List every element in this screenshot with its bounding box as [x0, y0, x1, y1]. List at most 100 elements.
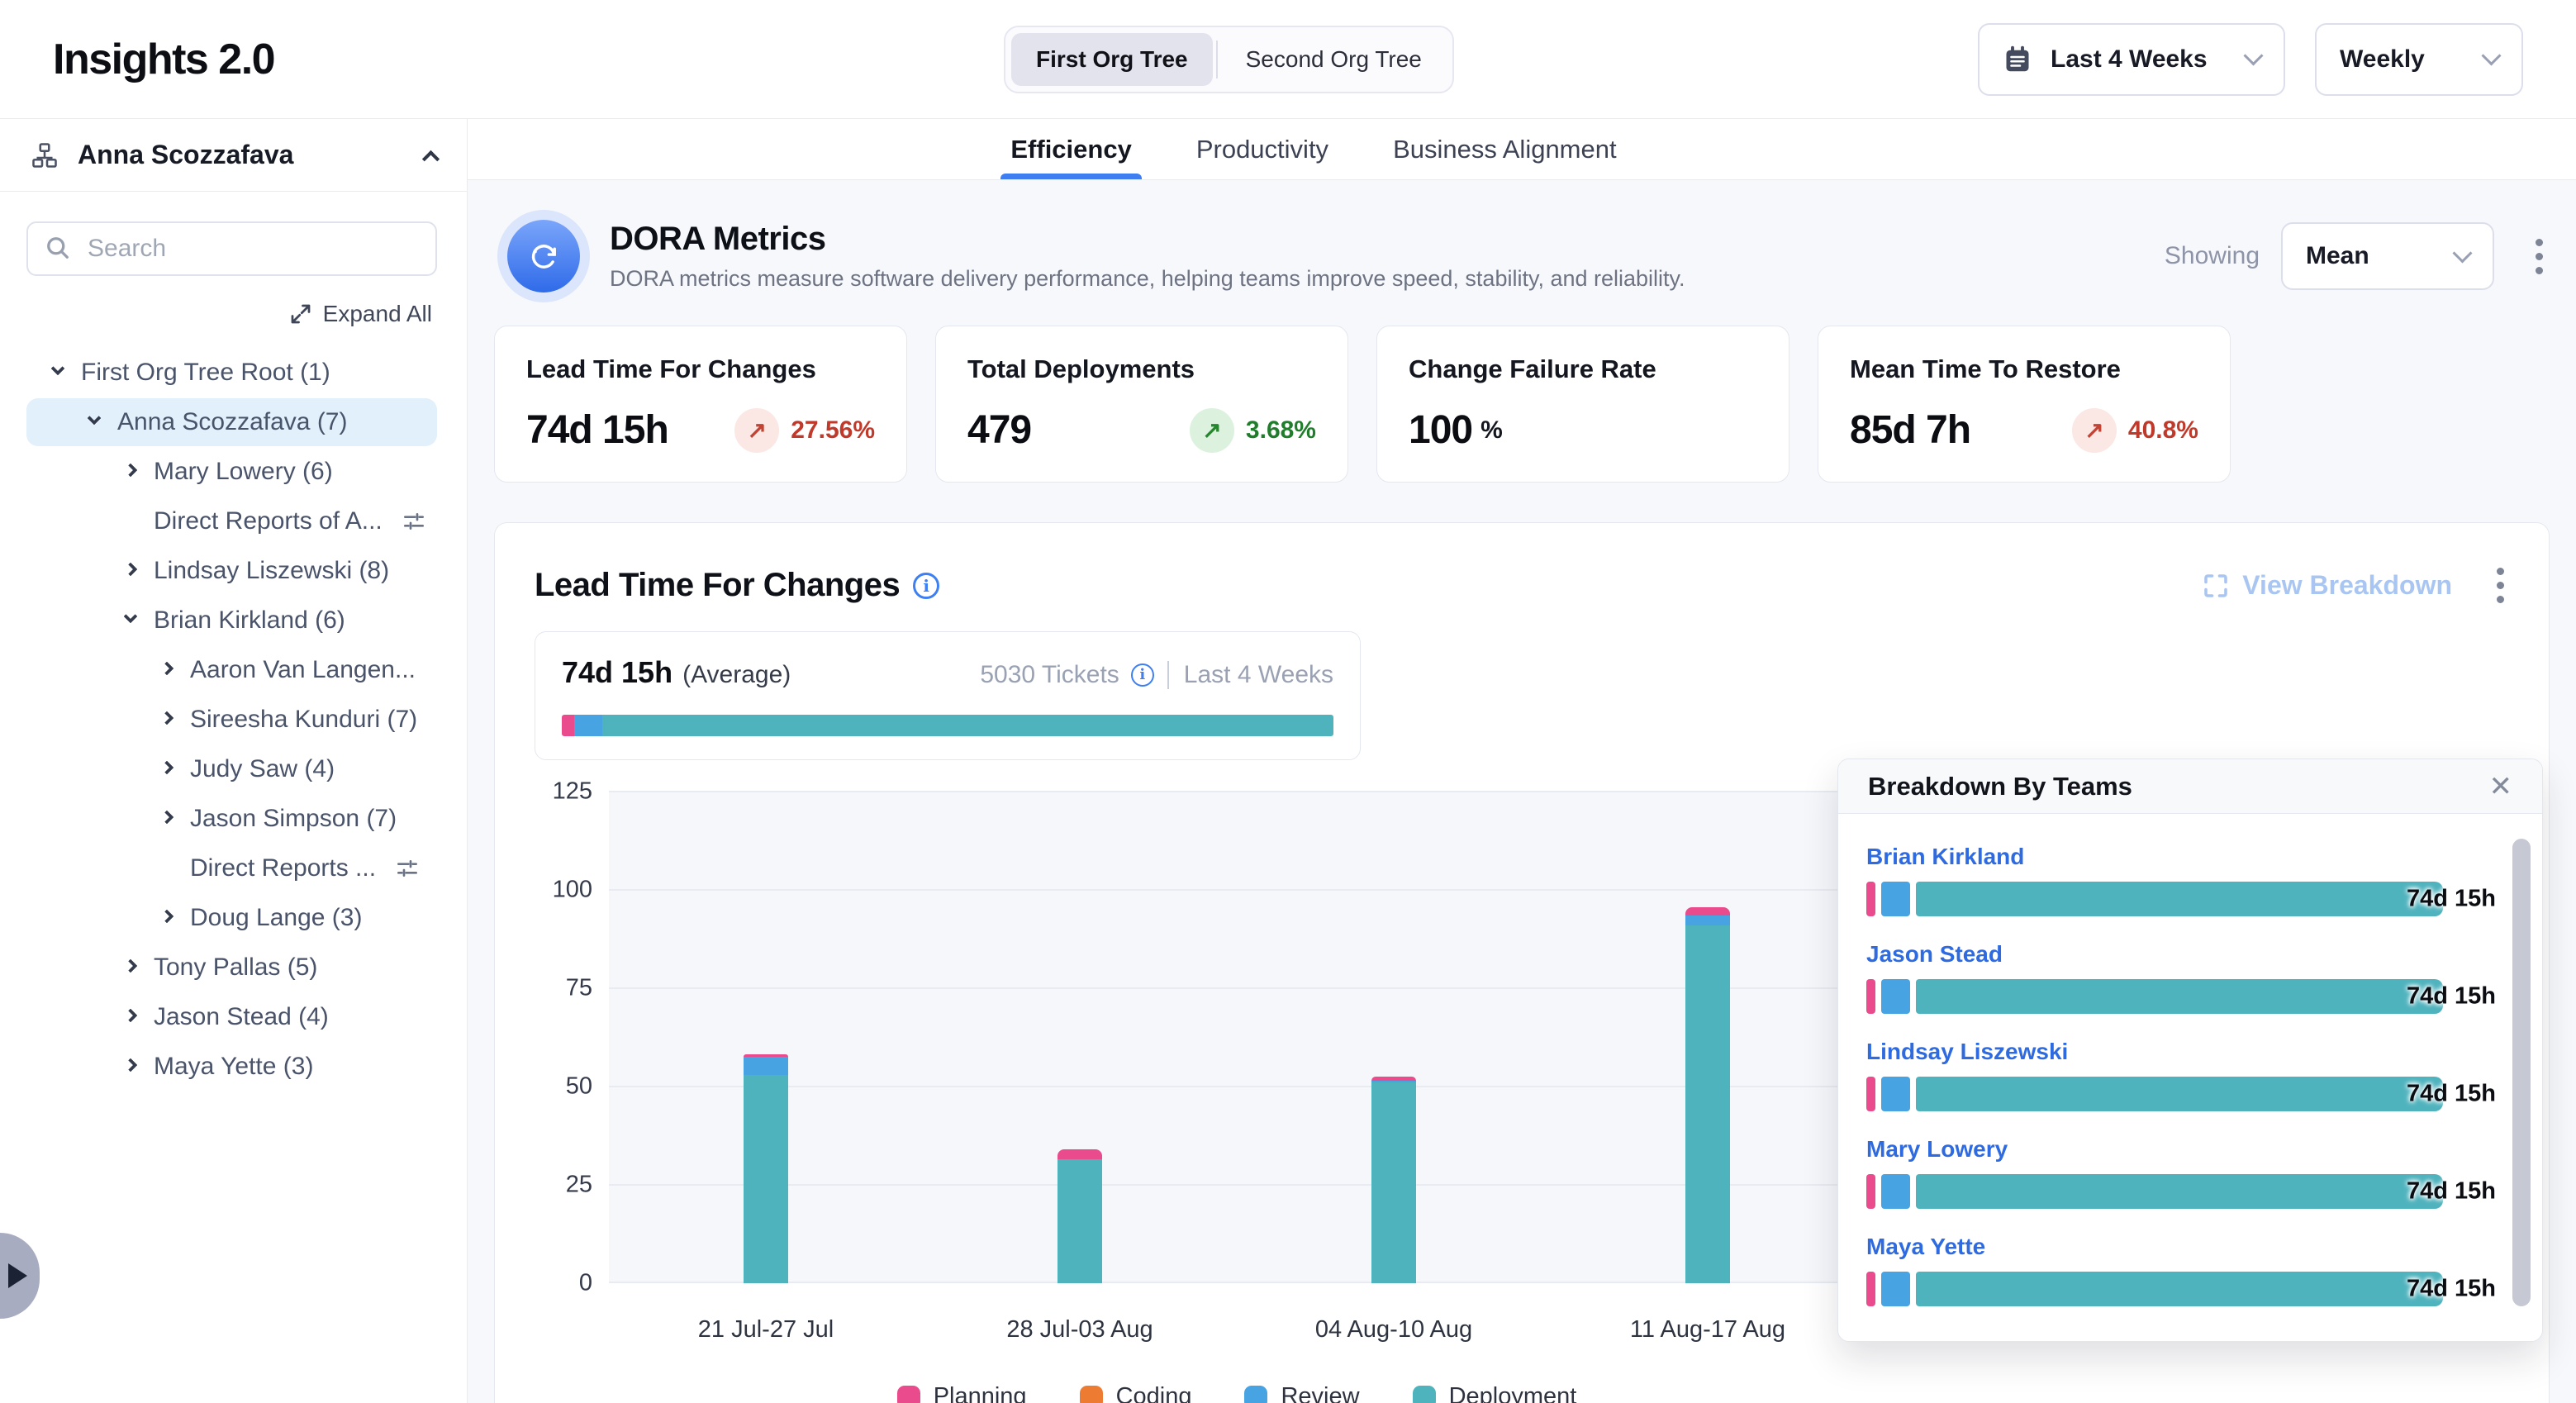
legend-item-planning[interactable]: Planning [897, 1383, 1027, 1403]
team-link[interactable]: Brian Kirkland [1866, 844, 2024, 870]
team-row: Mary Lowery74d 15h [1866, 1136, 2443, 1209]
bar-column [1551, 792, 1865, 1283]
bar-segment-deployment [1916, 979, 2444, 1014]
dora-subtitle: DORA metrics measure software delivery p… [610, 266, 1685, 292]
showing-select[interactable]: Mean [2281, 222, 2494, 290]
toggle-second-org-tree[interactable]: Second Org Tree [1221, 33, 1447, 86]
stacked-bar[interactable] [1057, 1149, 1102, 1283]
legend-item-deployment[interactable]: Deployment [1413, 1383, 1577, 1403]
stacked-bar[interactable] [1371, 1077, 1416, 1283]
chevron-up-icon[interactable] [422, 150, 440, 168]
y-axis: 0255075100125 [535, 792, 592, 1283]
team-stacked-bar: 74d 15h [1866, 979, 2443, 1014]
tree-item-label: Direct Reports ... [190, 854, 376, 882]
bars [609, 792, 1865, 1283]
tree-item[interactable]: Mary Lowery (6) [26, 448, 437, 496]
legend-label: Deployment [1449, 1383, 1577, 1403]
expand-all-button[interactable]: Expand All [288, 301, 432, 327]
metric-card-title: Mean Time To Restore [1850, 354, 2198, 384]
dora-metrics-header: DORA Metrics DORA metrics measure softwa… [496, 220, 2548, 292]
tree-item[interactable]: Jason Stead (4) [26, 993, 437, 1041]
date-range-select[interactable]: Last 4 Weeks [1978, 23, 2285, 96]
search-input[interactable] [26, 221, 437, 276]
chevron-right-icon[interactable] [122, 561, 142, 581]
tree-item[interactable]: Direct Reports ... [26, 844, 437, 892]
chevron-right-icon[interactable] [159, 809, 178, 829]
kebab-menu-icon[interactable] [2492, 559, 2509, 611]
chevron-right-icon[interactable] [122, 462, 142, 482]
tree-item-label: Tony Pallas (5) [154, 954, 317, 982]
chevron-right-icon[interactable] [159, 710, 178, 730]
org-tree-toggle: First Org Tree Second Org Tree [1004, 26, 1454, 93]
legend-swatch [897, 1386, 920, 1403]
info-icon[interactable] [913, 573, 939, 599]
chevron-down-icon[interactable] [50, 363, 69, 383]
bar-segment-planning [1866, 1174, 1875, 1209]
chevron-right-icon[interactable] [159, 660, 178, 680]
tree-item[interactable]: Direct Reports of A... [26, 497, 437, 545]
view-breakdown-button[interactable]: View Breakdown [2201, 570, 2452, 601]
tree-item[interactable]: Tony Pallas (5) [26, 944, 437, 992]
team-link[interactable]: Lindsay Liszewski [1866, 1039, 2068, 1065]
tree-item-label: Jason Simpson (7) [190, 805, 397, 833]
legend-item-review[interactable]: Review [1244, 1383, 1359, 1403]
team-row: Lindsay Liszewski74d 15h [1866, 1039, 2443, 1111]
bar-segment-deployment [1916, 882, 2444, 916]
tab-productivity[interactable]: Productivity [1191, 119, 1333, 179]
chevron-right-icon[interactable] [159, 908, 178, 928]
chevron-down-icon[interactable] [122, 611, 142, 630]
granularity-select[interactable]: Weekly [2315, 23, 2523, 96]
tree-item[interactable]: Judy Saw (4) [26, 745, 437, 793]
bar-segment-deployment [1057, 1159, 1102, 1283]
team-link[interactable]: Maya Yette [1866, 1234, 1985, 1260]
tree-item[interactable]: Sireesha Kunduri (7) [26, 696, 437, 744]
tree-item[interactable]: First Org Tree Root (1) [26, 349, 437, 397]
chevron-right-icon[interactable] [122, 1007, 142, 1027]
tree-item[interactable]: Anna Scozzafava (7) [26, 398, 437, 446]
chevron-down-icon[interactable] [86, 412, 106, 432]
tree-item[interactable]: Doug Lange (3) [26, 894, 437, 942]
chevron-right-icon[interactable] [122, 958, 142, 977]
selected-person-header[interactable]: Anna Scozzafava [0, 119, 467, 192]
showing-label: Showing [2165, 242, 2260, 270]
team-link[interactable]: Jason Stead [1866, 941, 2003, 968]
bar-column [609, 792, 923, 1283]
expand-icon [2201, 571, 2231, 601]
stacked-bar[interactable] [744, 1054, 788, 1283]
bar-segment-review [1881, 1174, 1910, 1209]
average-period: Last 4 Weeks [1167, 661, 1333, 689]
top-bar: Insights 2.0 First Org Tree Second Org T… [0, 0, 2576, 119]
x-tick-label: 21 Jul-27 Jul [609, 1316, 923, 1344]
bar-segment-review [1881, 1077, 1910, 1111]
filter-icon[interactable] [394, 855, 421, 882]
tree-item-label: Maya Yette (3) [154, 1053, 313, 1081]
tree-item[interactable]: Jason Simpson (7) [26, 795, 437, 843]
tree-item-label: Aaron Van Langen... [190, 656, 416, 684]
close-icon[interactable] [2489, 773, 2513, 801]
chevron-right-icon[interactable] [122, 1057, 142, 1077]
tree-item[interactable]: Maya Yette (3) [26, 1043, 437, 1091]
chevron-right-icon[interactable] [159, 759, 178, 779]
tab-efficiency[interactable]: Efficiency [1005, 119, 1136, 179]
search-icon [43, 233, 73, 267]
scrollbar-thumb[interactable] [2512, 839, 2531, 1306]
metric-card-title: Change Failure Rate [1409, 354, 1757, 384]
tree-item[interactable]: Lindsay Liszewski (8) [26, 547, 437, 595]
legend-swatch [1244, 1386, 1267, 1403]
filter-icon[interactable] [401, 508, 427, 535]
kebab-menu-icon[interactable] [2531, 231, 2548, 283]
bar-segment-deployment [602, 715, 1333, 736]
tab-business-alignment[interactable]: Business Alignment [1388, 119, 1622, 179]
legend-item-coding[interactable]: Coding [1080, 1383, 1192, 1403]
x-tick-label: 04 Aug-10 Aug [1237, 1316, 1551, 1344]
info-icon[interactable] [1131, 663, 1154, 687]
tree-item[interactable]: Brian Kirkland (6) [26, 597, 437, 644]
lead-time-chart: 0255075100125 21 Jul-27 Jul28 Jul-03 Aug… [535, 792, 1865, 1403]
bar-segment-deployment [1916, 1174, 2444, 1209]
stacked-bar[interactable] [1685, 907, 1730, 1283]
average-summary-card: 74d 15h (Average) 5030 Tickets Last 4 We… [535, 631, 1361, 760]
team-link[interactable]: Mary Lowery [1866, 1136, 2008, 1163]
team-bar-value: 74d 15h [2407, 983, 2496, 1011]
toggle-first-org-tree[interactable]: First Org Tree [1011, 33, 1213, 86]
tree-item[interactable]: Aaron Van Langen... [26, 646, 437, 694]
